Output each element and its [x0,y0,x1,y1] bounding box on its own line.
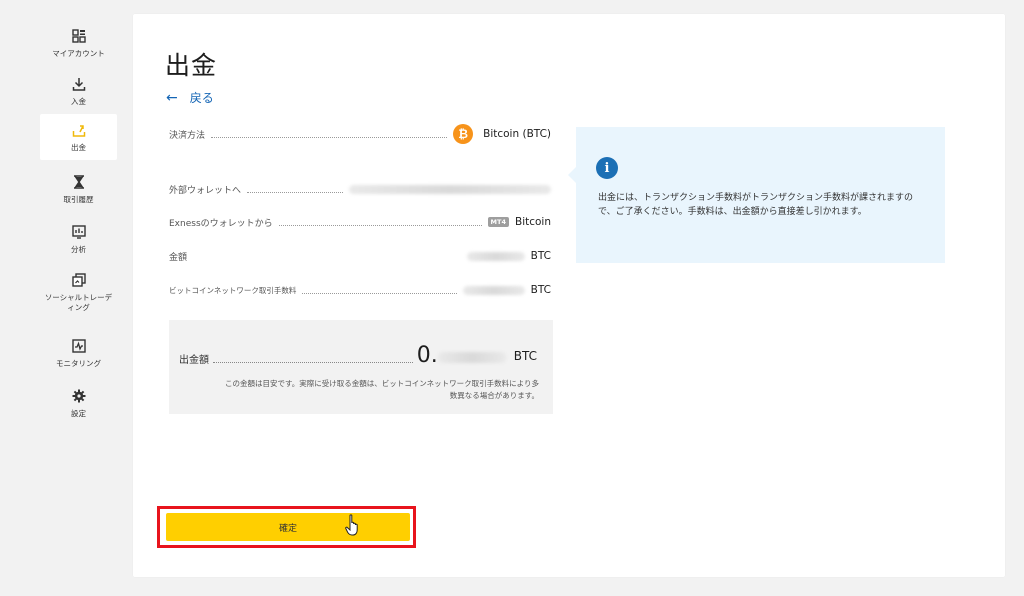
dotted-leader [247,191,344,193]
back-link[interactable]: ← 戻る [166,89,214,106]
summary-label: 出金額 [179,355,209,366]
sidebar-item-label: 入金 [71,96,86,106]
summary-amount-prefix: 0. [416,343,438,368]
fee-unit: BTC [530,284,551,296]
monitor-icon [71,338,87,354]
hand-cursor-icon [345,514,358,536]
sidebar: マイアカウント 入金 出金 取引履歴 分析 ソーシャルトレーディング モニタリン… [0,0,120,596]
sidebar-item-settings[interactable]: 設定 [40,380,117,426]
withdrawal-card: 出金 ← 戻る 決済方法 ₿ Bitcoin (BTC) 外部ウォレットへ Ex… [133,14,1005,577]
grid-icon [71,28,87,44]
fee-label: ビットコインネットワーク取引手数料 [169,285,297,295]
amount-unit: BTC [530,250,551,262]
sidebar-item-label: 分析 [71,244,86,254]
dotted-leader [211,136,448,138]
sidebar-item-label: 設定 [71,408,86,418]
sidebar-item-social-trading[interactable]: ソーシャルトレーディング [40,264,117,320]
to-wallet-label: 外部ウォレットへ [169,185,242,196]
chart-icon [71,224,87,240]
download-icon [71,76,87,92]
payment-method-label: 決済方法 [169,130,206,141]
info-panel: i 出金には、トランザクション手数料がトランザクション手数料が課されますので、ご… [568,127,945,263]
redacted-amount [466,251,525,261]
to-wallet-row: 外部ウォレットへ [169,181,551,197]
page-title: 出金 [165,51,218,80]
gear-icon [71,388,87,404]
sidebar-item-label: モニタリング [56,358,101,368]
summary-unit: BTC [513,349,537,363]
from-wallet-label: Exnessのウォレットから [169,218,273,229]
sidebar-item-label: マイアカウント [52,48,105,58]
sidebar-item-analytics[interactable]: 分析 [40,216,117,262]
summary-row: 出金額 0. BTC [179,343,537,368]
back-label: 戻る [189,91,214,105]
summary-box: 出金額 0. BTC この金額は目安です。実際に受け取る金額は、ビットコインネッ… [169,320,553,414]
dotted-leader [302,292,457,294]
fee-value: BTC [462,284,551,296]
sidebar-item-label: ソーシャルトレーディング [44,292,113,312]
sidebar-item-label: 出金 [71,142,86,152]
amount-value: BTC [466,250,551,262]
copy-icon [71,272,87,288]
payment-method-value: ₿ Bitcoin (BTC) [453,124,551,144]
dotted-leader [213,362,413,363]
info-icon: i [596,157,618,179]
sidebar-item-withdrawal[interactable]: 出金 [40,114,117,160]
info-text: 出金には、トランザクション手数料がトランザクション手数料が課されますので、ご了承… [598,193,914,217]
from-wallet-row: Exnessのウォレットから MT4 Bitcoin [169,214,551,230]
confirm-button[interactable]: 確定 [166,513,410,541]
summary-amount: 0. BTC [416,343,537,368]
amount-row: 金額 BTC [169,248,551,264]
upload-icon [71,122,87,138]
payment-method-row: 決済方法 ₿ Bitcoin (BTC) [169,124,551,144]
arrow-left-icon: ← [166,89,178,106]
sidebar-item-my-account[interactable]: マイアカウント [40,20,117,66]
amount-label: 金額 [169,252,188,263]
hourglass-icon [71,174,87,190]
sidebar-item-history[interactable]: 取引履歴 [40,166,117,212]
from-wallet-text: Bitcoin [514,216,551,228]
from-wallet-value: MT4 Bitcoin [487,216,551,228]
mt4-badge: MT4 [487,217,509,227]
redacted-fee [462,285,525,295]
redacted-summary-amount [437,352,506,363]
sidebar-item-deposit[interactable]: 入金 [40,68,117,114]
payment-method-text: Bitcoin (BTC) [483,128,551,140]
summary-note: この金額は目安です。実際に受け取る金額は、ビットコインネットワーク取引手数料によ… [225,379,539,400]
fee-row: ビットコインネットワーク取引手数料 BTC [169,282,551,298]
redacted-wallet-address [349,184,551,194]
sidebar-item-monitoring[interactable]: モニタリング [40,330,117,376]
bitcoin-icon: ₿ [453,124,474,144]
sidebar-item-label: 取引履歴 [63,194,94,204]
dotted-leader [278,224,482,226]
